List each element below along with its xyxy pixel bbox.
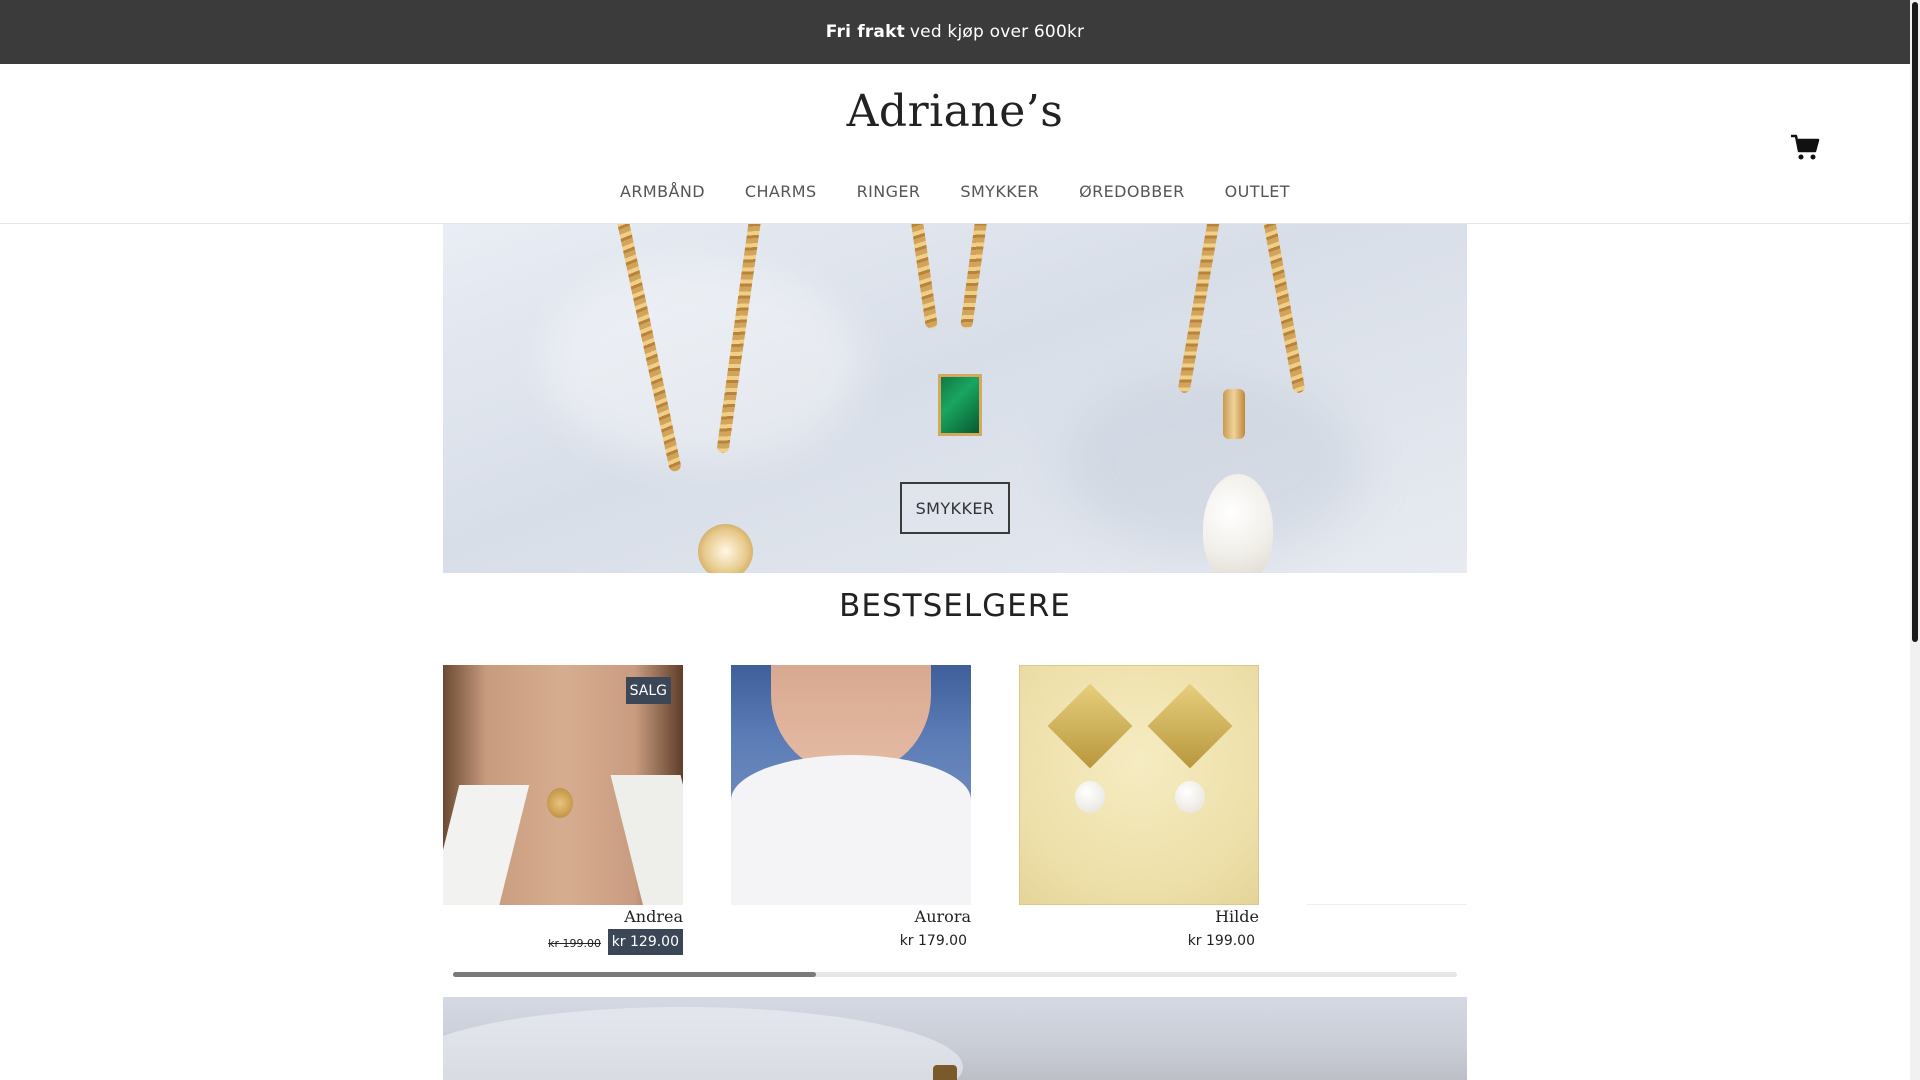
- nav-item-armband[interactable]: ARMBÅND: [620, 182, 705, 201]
- product-card-andrea[interactable]: SALG Andrea kr 199.00 kr 129.00: [443, 665, 683, 955]
- product-card-placeholder[interactable]: [1307, 665, 1467, 905]
- shopping-cart-icon[interactable]: [1790, 132, 1820, 162]
- necklace-chain-middle-left: [910, 224, 938, 330]
- product-sale-price: kr 129.00: [607, 929, 683, 955]
- page-scrollbar[interactable]: [1910, 0, 1920, 1080]
- hero-smykker-button[interactable]: SMYKKER: [900, 482, 1010, 534]
- product-name[interactable]: Hilde: [1215, 907, 1259, 926]
- product-card-hilde[interactable]: Hilde kr 199.00: [1019, 665, 1259, 949]
- necklace-chain-right: [1177, 224, 1221, 394]
- pearl-left: [1075, 781, 1105, 813]
- nav-item-charms[interactable]: CHARMS: [745, 182, 817, 201]
- site-header: Adriane’s ARMBÅND CHARMS RINGER SMYKKER …: [0, 64, 1910, 224]
- product-old-price: kr 199.00: [548, 937, 601, 950]
- product-image[interactable]: SALG: [443, 665, 683, 905]
- necklace-chain-right-2: [1262, 224, 1306, 394]
- bottom-banner-image[interactable]: [443, 997, 1467, 1080]
- page-scrollbar-thumb[interactable]: [1912, 2, 1918, 642]
- bottom-fabric-fold: [443, 1007, 963, 1080]
- nav-item-ringer[interactable]: RINGER: [857, 182, 921, 201]
- bottom-jewel: [933, 1065, 957, 1080]
- pearl-pendant: [1203, 474, 1273, 573]
- product-name[interactable]: Andrea: [624, 907, 683, 926]
- tshirt-shape: [731, 755, 971, 905]
- main-nav: ARMBÅND CHARMS RINGER SMYKKER ØREDOBBER …: [0, 182, 1910, 201]
- product-image[interactable]: [731, 665, 971, 905]
- shirt-shape: [610, 775, 683, 905]
- emerald-pendant: [938, 374, 982, 436]
- announcement-text: ved kjøp over 600kr: [909, 22, 1085, 42]
- earring-left: [1047, 683, 1133, 769]
- carousel-scrollbar-thumb[interactable]: [453, 972, 816, 977]
- hero-banner[interactable]: SMYKKER: [443, 224, 1467, 573]
- carousel-scrollbar[interactable]: [453, 972, 1457, 977]
- hero-marble-highlight: [543, 264, 863, 464]
- product-price: kr 179.00: [899, 933, 967, 949]
- product-name[interactable]: Aurora: [915, 907, 971, 926]
- product-image[interactable]: [1019, 665, 1259, 905]
- announcement-bold: Fri frakt: [825, 22, 905, 42]
- nav-item-outlet[interactable]: OUTLET: [1225, 182, 1290, 201]
- bestsellers-carousel: SALG Andrea kr 199.00 kr 129.00 Aurora k…: [443, 665, 1467, 965]
- announcement-bar: Fri frakt ved kjøp over 600kr: [0, 0, 1910, 64]
- coin-pendant: [547, 788, 573, 818]
- bestsellers-title: BESTSELGERE: [839, 588, 1071, 624]
- shirt-shape: [443, 785, 530, 905]
- earring-right: [1147, 683, 1233, 769]
- sale-badge: SALG: [625, 677, 671, 704]
- nav-item-smykker[interactable]: SMYKKER: [960, 182, 1039, 201]
- product-card-aurora[interactable]: Aurora kr 179.00: [731, 665, 971, 949]
- butterfly-pendant: [698, 524, 753, 573]
- pearl-bail: [1223, 389, 1245, 439]
- product-price: kr 199.00: [1187, 933, 1255, 949]
- necklace-chain-middle-right: [960, 224, 988, 330]
- pearl-right: [1175, 781, 1205, 813]
- site-logo[interactable]: Adriane’s: [0, 86, 1910, 137]
- nav-item-oredobber[interactable]: ØREDOBBER: [1079, 182, 1185, 201]
